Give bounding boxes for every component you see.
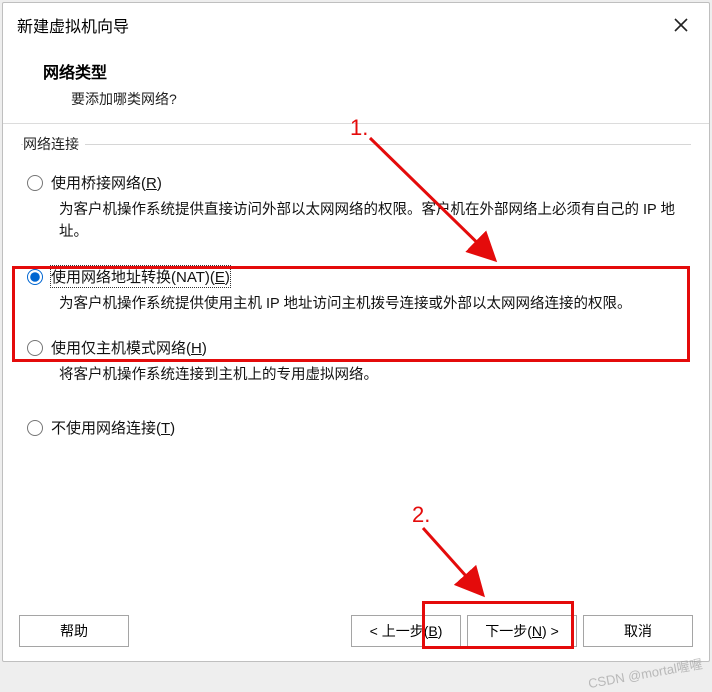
option-bridged[interactable]: 使用桥接网络(R) [27, 172, 685, 193]
back-button[interactable]: < 上一步(B) [351, 615, 461, 647]
close-button[interactable] [663, 11, 699, 39]
radio-none[interactable] [27, 420, 43, 436]
radio-hostonly-label: 使用仅主机模式网络(H) [51, 337, 207, 358]
radio-none-label: 不使用网络连接(T) [51, 417, 175, 438]
wizard-footer: 帮助 < 上一步(B) 下一步(N) > 取消 [3, 603, 709, 661]
close-icon [674, 18, 688, 32]
wizard-dialog: 新建虚拟机向导 网络类型 要添加哪类网络? 网络连接 使用桥接网络(R) 为客户… [2, 2, 710, 662]
wizard-content: 网络连接 使用桥接网络(R) 为客户机操作系统提供直接访问外部以太网网络的权限。… [3, 130, 709, 603]
group-legend: 网络连接 [23, 134, 85, 154]
radio-bridged-label: 使用桥接网络(R) [51, 172, 162, 193]
desc-hostonly: 将客户机操作系统连接到主机上的专用虚拟网络。 [59, 364, 681, 386]
option-nat[interactable]: 使用网络地址转换(NAT)(E) [27, 266, 685, 287]
network-group: 网络连接 使用桥接网络(R) 为客户机操作系统提供直接访问外部以太网网络的权限。… [21, 134, 691, 564]
page-subtitle: 要添加哪类网络? [43, 89, 699, 109]
radio-nat[interactable] [27, 269, 43, 285]
page-title: 网络类型 [43, 59, 699, 83]
radio-hostonly[interactable] [27, 340, 43, 356]
divider [3, 123, 709, 124]
desc-bridged: 为客户机操作系统提供直接访问外部以太网网络的权限。客户机在外部网络上必须有自己的… [59, 199, 681, 244]
option-none[interactable]: 不使用网络连接(T) [27, 417, 685, 438]
radio-nat-label: 使用网络地址转换(NAT)(E) [51, 266, 230, 287]
window-title: 新建虚拟机向导 [17, 13, 129, 37]
help-button[interactable]: 帮助 [19, 615, 129, 647]
radio-bridged[interactable] [27, 175, 43, 191]
desc-nat: 为客户机操作系统提供使用主机 IP 地址访问主机拨号连接或外部以太网网络连接的权… [59, 293, 681, 315]
next-button[interactable]: 下一步(N) > [467, 615, 577, 647]
titlebar: 新建虚拟机向导 [3, 3, 709, 45]
cancel-button[interactable]: 取消 [583, 615, 693, 647]
wizard-header: 网络类型 要添加哪类网络? [3, 45, 709, 123]
option-hostonly[interactable]: 使用仅主机模式网络(H) [27, 337, 685, 358]
